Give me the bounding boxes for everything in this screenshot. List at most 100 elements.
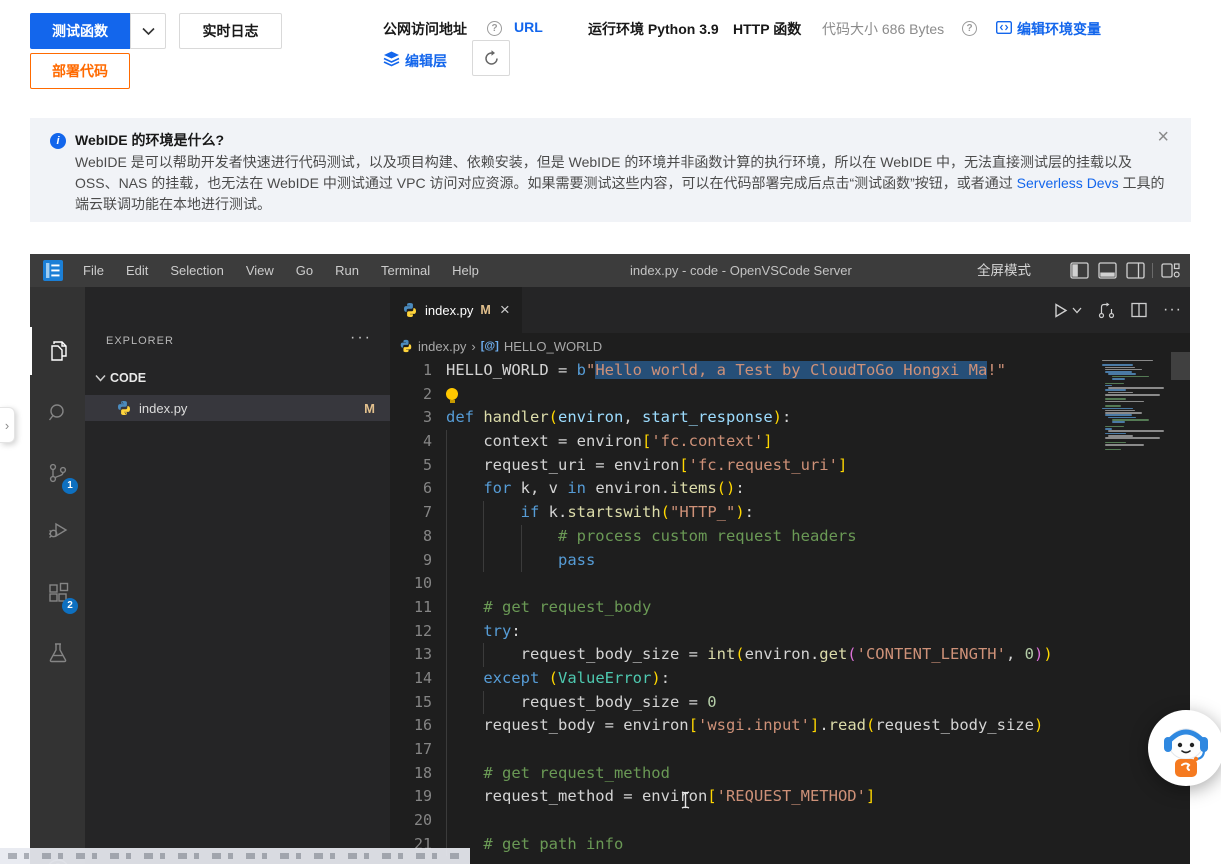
env-variables-icon (996, 21, 1012, 34)
code-line-8[interactable]: 8 # process custom request headers (390, 525, 1098, 549)
edit-env-variables-link[interactable]: 编辑环境变量 (1017, 19, 1101, 39)
tab-close-icon[interactable]: × (500, 300, 510, 320)
editor-scrollbar[interactable] (1171, 352, 1190, 380)
http-function-label: HTTP 函数 (733, 19, 801, 39)
menu-selection[interactable]: Selection (159, 263, 234, 278)
code-line-18[interactable]: 18 # get request_method (390, 762, 1098, 786)
url-link[interactable]: URL (514, 19, 543, 35)
refresh-button[interactable] (472, 40, 510, 76)
token: [ (679, 456, 688, 474)
code-line-7[interactable]: 7 if k.startswith("HTTP_"): (390, 501, 1098, 525)
line-content: # get path info (432, 833, 1098, 857)
token: get (819, 645, 847, 663)
minimap-row (1102, 360, 1153, 362)
menu-help[interactable]: Help (441, 263, 490, 278)
fullscreen-mode-button[interactable]: 全屏模式 (977, 254, 1031, 287)
code-line-5[interactable]: 5 request_uri = environ['fc.request_uri'… (390, 454, 1098, 478)
code-line-16[interactable]: 16 request_body = environ['wsgi.input'].… (390, 714, 1098, 738)
more-actions-icon[interactable]: ··· (1163, 301, 1182, 319)
menu-file[interactable]: File (72, 263, 115, 278)
breadcrumb-symbol[interactable]: HELLO_WORLD (504, 339, 602, 354)
token: in (567, 479, 586, 497)
token: () (717, 479, 736, 497)
edit-layer-link[interactable]: 编辑层 (405, 51, 447, 71)
file-item-indexpy[interactable]: index.py M (85, 395, 390, 421)
code-line-2[interactable]: 2 (390, 383, 1098, 407)
toggle-panel-icon[interactable] (1098, 261, 1117, 280)
code-section-header[interactable]: CODE (85, 366, 390, 390)
code-line-19[interactable]: 19 request_method = environ['REQUEST_MET… (390, 785, 1098, 809)
code-line-20[interactable]: 20 (390, 809, 1098, 833)
code-line-21[interactable]: 21 # get path info (390, 833, 1098, 857)
code-editor[interactable]: 1HELLO_WORLD = b"Hello world, a Test by … (390, 359, 1098, 864)
search-activity-button[interactable] (30, 389, 85, 437)
toggle-sidebar-left-icon[interactable] (1070, 261, 1089, 280)
code-line-9[interactable]: 9 pass (390, 549, 1098, 573)
code-line-13[interactable]: 13 request_body_size = int(environ.get('… (390, 643, 1098, 667)
token: ) (735, 503, 744, 521)
menu-go[interactable]: Go (285, 263, 324, 278)
menu-view[interactable]: View (235, 263, 285, 278)
minimap[interactable] (1098, 359, 1171, 864)
code-line-10[interactable]: 10 (390, 572, 1098, 596)
minimap-row (1105, 437, 1159, 439)
code-line-3[interactable]: 3def handler(environ, start_response): (390, 406, 1098, 430)
public-url-label: 公网访问地址 (383, 19, 467, 39)
code-line-1[interactable]: 1HELLO_WORLD = b"Hello world, a Test by … (390, 359, 1098, 383)
token: . (819, 716, 828, 734)
split-editor-button[interactable] (1131, 302, 1147, 318)
token: try (446, 622, 511, 640)
toggle-sidebar-right-icon[interactable] (1126, 261, 1145, 280)
token: " (586, 361, 595, 379)
refresh-icon (483, 50, 500, 67)
explorer-activity-button[interactable] (30, 327, 85, 375)
minimap-row (1105, 405, 1121, 407)
menu-terminal[interactable]: Terminal (370, 263, 441, 278)
code-line-17[interactable]: 17 (390, 738, 1098, 762)
code-line-6[interactable]: 6 for k, v in environ.items(): (390, 477, 1098, 501)
code-line-11[interactable]: 11 # get request_body (390, 596, 1098, 620)
code-line-14[interactable]: 14 except (ValueError): (390, 667, 1098, 691)
line-content: # process custom request headers (432, 525, 1098, 549)
open-changes-button[interactable] (1098, 302, 1115, 319)
testing-activity-button[interactable] (30, 629, 85, 677)
token: : (745, 503, 754, 521)
search-icon (46, 401, 70, 425)
serverless-devs-link[interactable]: Serverless Devs (1017, 175, 1119, 191)
menu-run[interactable]: Run (324, 263, 370, 278)
split-editor-icon (1131, 302, 1147, 318)
explorer-more-actions-icon[interactable]: ··· (350, 329, 372, 347)
token: : (511, 622, 520, 640)
banner-close-icon[interactable]: × (1157, 126, 1169, 149)
token: 'fc.context' (651, 432, 763, 450)
line-number: 10 (390, 572, 432, 596)
menu-edit[interactable]: Edit (115, 263, 159, 278)
code-line-15[interactable]: 15 request_body_size = 0 (390, 691, 1098, 715)
assistant-mascot[interactable] (1148, 710, 1221, 786)
indent-guide (483, 643, 484, 667)
token: int (707, 645, 735, 663)
test-function-button[interactable]: 测试函数 (30, 13, 130, 49)
code-line-12[interactable]: 12 try: (390, 620, 1098, 644)
run-debug-activity-button[interactable] (30, 506, 85, 554)
deploy-code-button[interactable]: 部署代码 (30, 53, 130, 89)
line-content: request_uri = environ['fc.request_uri'] (432, 454, 1098, 478)
code-size-help-icon[interactable]: ? (962, 21, 977, 36)
code-line-4[interactable]: 4 context = environ['fc.context'] (390, 430, 1098, 454)
source-control-activity-button[interactable]: 1 (30, 449, 85, 497)
customize-layout-icon[interactable] (1161, 261, 1180, 280)
public-url-help-icon[interactable]: ? (487, 21, 502, 36)
line-content (432, 738, 1098, 762)
token: "HTTP_" (670, 503, 735, 521)
breadcrumb-file[interactable]: index.py (418, 339, 466, 354)
panel-expand-handle[interactable]: › (0, 407, 15, 443)
token: # get request_body (446, 598, 651, 616)
token: , (623, 408, 642, 426)
realtime-logs-button[interactable]: 实时日志 (179, 13, 282, 49)
token: request_body_size = (446, 693, 707, 711)
test-function-dropdown-button[interactable] (130, 13, 166, 49)
run-python-file-button[interactable] (1053, 303, 1082, 318)
tab-indexpy[interactable]: index.py M × (390, 287, 523, 333)
extensions-activity-button[interactable]: 2 (30, 569, 85, 617)
lightbulb-icon[interactable] (446, 388, 458, 400)
